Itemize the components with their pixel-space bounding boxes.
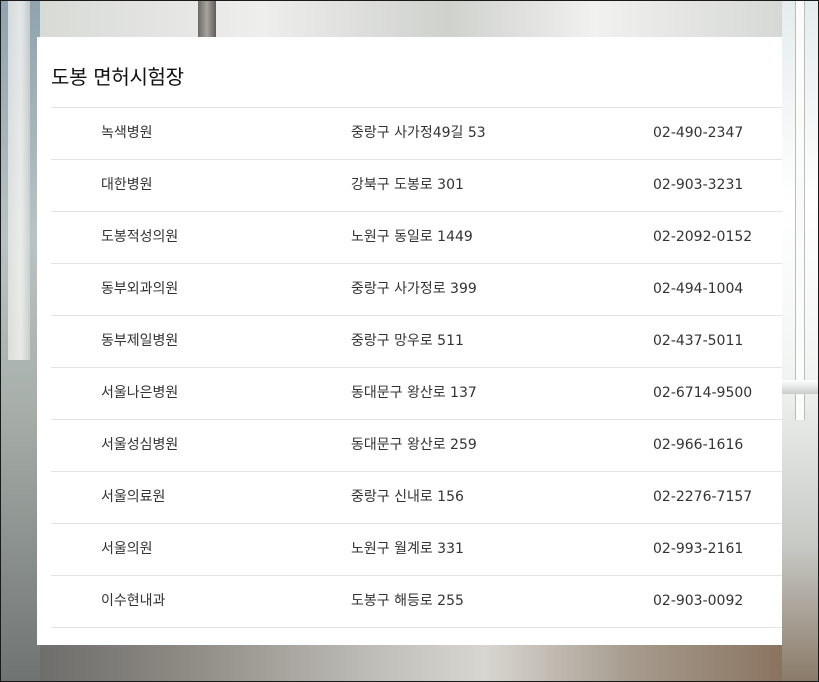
hospital-address: 중랑구 사가정49길 53 xyxy=(351,125,486,141)
hospital-phone: 02-494-1004 xyxy=(653,281,744,297)
table-row: 서울의원 노원구 월계로 331 02-993-2161 xyxy=(51,524,782,576)
hospital-phone: 02-490-2347 xyxy=(653,125,744,141)
hospital-name: 서울의원 xyxy=(101,541,153,557)
hospital-address: 강북구 도봉로 301 xyxy=(351,177,464,193)
table-row: 도봉적성의원 노원구 동일로 1449 02-2092-0152 xyxy=(51,212,782,264)
table-row: 서울성심병원 동대문구 왕산로 259 02-966-1616 xyxy=(51,420,782,472)
window-frame-right xyxy=(795,0,805,420)
hospital-name: 이수현내과 xyxy=(101,593,166,609)
hospital-address: 노원구 월계로 331 xyxy=(351,541,464,557)
hospital-name: 서울의료원 xyxy=(101,489,166,505)
hospital-address: 동대문구 왕산로 137 xyxy=(351,385,477,401)
hospital-phone: 02-2276-7157 xyxy=(653,489,753,505)
background-floor xyxy=(40,645,782,682)
hospital-name: 녹색병원 xyxy=(101,125,153,141)
window-sill-right xyxy=(782,380,819,394)
table-row: 서울나은병원 동대문구 왕산로 137 02-6714-9500 xyxy=(51,368,782,420)
hospital-phone: 02-966-1616 xyxy=(653,437,744,453)
table-row: 대한병원 강북구 도봉로 301 02-903-3231 xyxy=(51,160,782,212)
background-top-strip xyxy=(40,0,782,38)
table-row: 녹색병원 중랑구 사가정49길 53 02-490-2347 xyxy=(51,108,782,160)
hospital-phone: 02-903-3231 xyxy=(653,177,744,193)
hospital-address: 노원구 동일로 1449 xyxy=(351,229,473,245)
table-row: 이수현내과 도봉구 해등로 255 02-903-0092 xyxy=(51,576,782,628)
window-frame-left xyxy=(8,0,30,360)
hospital-phone: 02-2092-0152 xyxy=(653,229,753,245)
hospital-address: 중랑구 신내로 156 xyxy=(351,489,464,505)
hospital-address: 중랑구 망우로 511 xyxy=(351,333,464,349)
hospital-name: 대한병원 xyxy=(101,177,153,193)
hospital-phone: 02-903-0092 xyxy=(653,593,744,609)
panel-title: 도봉 면허시험장 xyxy=(51,65,184,89)
background-pillar xyxy=(198,0,216,38)
hospital-name: 서울성심병원 xyxy=(101,437,179,453)
table-row: 동부제일병원 중랑구 망우로 511 02-437-5011 xyxy=(51,316,782,368)
hospital-name: 도봉적성의원 xyxy=(101,229,179,245)
table-row: 서울의료원 중랑구 신내로 156 02-2276-7157 xyxy=(51,472,782,524)
table-row: 동부외과의원 중랑구 사가정로 399 02-494-1004 xyxy=(51,264,782,316)
hospital-phone: 02-993-2161 xyxy=(653,541,744,557)
hospital-name: 서울나은병원 xyxy=(101,385,179,401)
hospital-address: 중랑구 사가정로 399 xyxy=(351,281,477,297)
hospital-phone: 02-437-5011 xyxy=(653,333,744,349)
hospital-list-panel: 도봉 면허시험장 녹색병원 중랑구 사가정49길 53 02-490-2347 … xyxy=(37,37,782,645)
hospital-name: 동부외과의원 xyxy=(101,281,179,297)
hospital-table: 녹색병원 중랑구 사가정49길 53 02-490-2347 대한병원 강북구 … xyxy=(51,107,782,628)
hospital-phone: 02-6714-9500 xyxy=(653,385,753,401)
hospital-name: 동부제일병원 xyxy=(101,333,179,349)
hospital-address: 동대문구 왕산로 259 xyxy=(351,437,477,453)
hospital-address: 도봉구 해등로 255 xyxy=(351,593,464,609)
